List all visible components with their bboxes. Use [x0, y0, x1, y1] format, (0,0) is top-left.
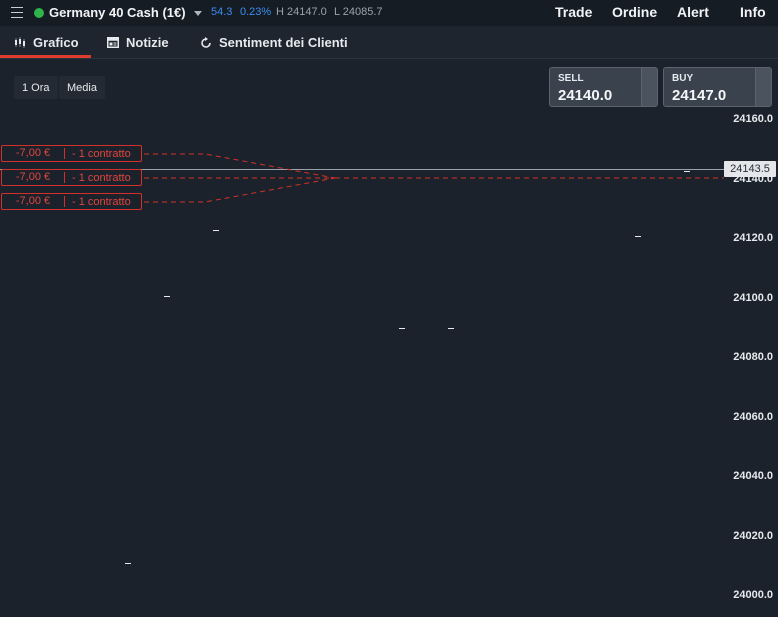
position-pnl: -7,00 € [2, 172, 65, 183]
position-qty: - 1 contratto [72, 147, 131, 160]
y-tick-label: 24100.0 [733, 291, 773, 304]
y-tick-label: 24140.0 [733, 172, 773, 185]
price-marker [125, 563, 131, 564]
price-marker [635, 236, 641, 237]
price-marker [399, 328, 405, 329]
y-tick-label: 24080.0 [733, 351, 773, 363]
price-marker [684, 171, 690, 172]
y-tick-label: 24160.0 [733, 113, 773, 125]
position-tag[interactable]: -7,00 € - 1 contratto [1, 193, 142, 210]
position-qty: - 1 contratto [72, 195, 131, 208]
position-connectors [144, 153, 724, 203]
y-tick-label: 24060.0 [733, 410, 773, 423]
price-marker [213, 230, 219, 231]
y-tick-label: 24040.0 [733, 470, 773, 482]
y-tick-label: 24120.0 [733, 232, 773, 244]
position-qty: - 1 contratto [72, 171, 131, 184]
position-tag[interactable]: -7,00 € - 1 contratto [1, 145, 142, 162]
y-tick-label: 24000.0 [733, 589, 773, 601]
position-tag[interactable]: -7,00 € - 1 contratto [1, 169, 142, 186]
y-tick-label: 24020.0 [733, 529, 773, 542]
position-pnl: -7,00 € [2, 148, 65, 159]
position-pnl: -7,00 € [2, 196, 65, 207]
price-marker [164, 296, 170, 297]
price-marker [448, 328, 454, 329]
